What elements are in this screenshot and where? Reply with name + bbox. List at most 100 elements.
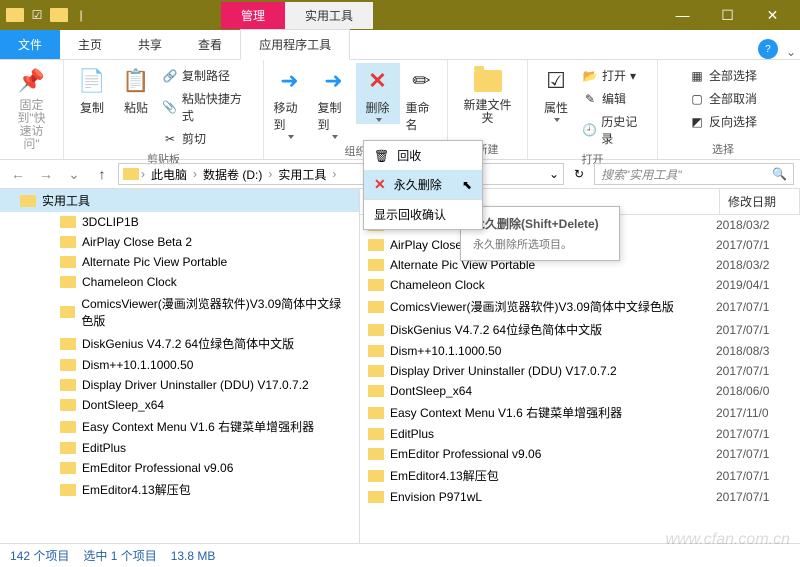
properties-button[interactable]: ☑属性: [534, 63, 578, 124]
dropdown-icon[interactable]: ⌄: [549, 167, 559, 181]
folder-icon: [60, 276, 76, 288]
minimize-button[interactable]: —: [660, 0, 705, 30]
tree-item[interactable]: AirPlay Close Beta 2: [0, 232, 359, 252]
breadcrumb[interactable]: › 此电脑 › 数据卷 (D:) › 实用工具 › ⌄: [118, 163, 564, 185]
tree-item[interactable]: Dism++10.1.1000.50: [0, 355, 359, 375]
tree-item[interactable]: Easy Context Menu V1.6 右键菜单增强利器: [0, 415, 359, 438]
x-icon: ✕: [374, 176, 386, 193]
breadcrumb-drive[interactable]: 数据卷 (D:): [199, 166, 266, 183]
breadcrumb-pc[interactable]: 此电脑: [147, 166, 191, 183]
tree-item[interactable]: EmEditor Professional v9.06: [0, 458, 359, 478]
copy-to-button[interactable]: ➜复制到: [312, 63, 356, 141]
tree-item[interactable]: Chameleon Clock: [0, 272, 359, 292]
list-item[interactable]: Dism++10.1.1000.502018/08/3: [360, 341, 800, 361]
list-item[interactable]: Display Driver Uninstaller (DDU) V17.0.7…: [360, 361, 800, 381]
content-area: 实用工具3DCLIP1BAirPlay Close Beta 2Alternat…: [0, 188, 800, 543]
invert-selection-button[interactable]: ◩反向选择: [685, 111, 761, 132]
tab-file[interactable]: 文件: [0, 30, 60, 59]
folder-icon[interactable]: [49, 5, 69, 25]
refresh-button[interactable]: ↻: [568, 167, 590, 181]
select-all-button[interactable]: ▦全部选择: [685, 65, 761, 86]
copy-path-button[interactable]: 🔗复制路径: [158, 65, 257, 86]
context-tab-manage[interactable]: 管理: [221, 2, 285, 29]
recycle-icon: 🗑: [374, 149, 389, 163]
paste-button[interactable]: 📋粘贴: [114, 63, 158, 118]
breadcrumb-folder[interactable]: 实用工具: [274, 166, 330, 183]
tab-home[interactable]: 主页: [60, 30, 120, 59]
close-button[interactable]: ✕: [750, 0, 795, 30]
menu-show-confirm[interactable]: 显示回收确认: [364, 200, 482, 229]
qat-separator: |: [71, 5, 91, 25]
navigation-tree[interactable]: 实用工具3DCLIP1BAirPlay Close Beta 2Alternat…: [0, 189, 360, 543]
tree-item[interactable]: 3DCLIP1B: [0, 212, 359, 232]
pin-quick-access-button[interactable]: 📌固定到"快速访问": [6, 63, 57, 153]
tooltip: 永久删除(Shift+Delete) 永久删除所选项目。: [460, 206, 620, 261]
select-none-button[interactable]: ▢全部取消: [685, 88, 761, 109]
maximize-button[interactable]: ☐: [705, 0, 750, 30]
folder-icon: [368, 470, 384, 482]
history-button[interactable]: 🕘历史记录: [578, 111, 651, 149]
folder-icon: [368, 428, 384, 440]
list-item[interactable]: EmEditor4.13解压包2017/07/1: [360, 464, 800, 487]
folder-icon: [60, 421, 76, 433]
list-item[interactable]: EmEditor Professional v9.062017/07/1: [360, 444, 800, 464]
folder-icon: [368, 259, 384, 271]
rename-button[interactable]: ✏重命名: [400, 63, 444, 135]
tab-app-tools[interactable]: 应用程序工具: [240, 29, 350, 60]
open-button[interactable]: 📂打开▾: [578, 65, 651, 86]
list-item[interactable]: Envision P971wL2017/07/1: [360, 487, 800, 507]
move-to-button[interactable]: ➜移动到: [268, 63, 312, 141]
list-item[interactable]: Easy Context Menu V1.6 右键菜单增强利器2017/11/0: [360, 401, 800, 424]
cut-button[interactable]: ✂剪切: [158, 128, 257, 149]
group-select: 选择: [712, 141, 734, 157]
collapse-ribbon-icon[interactable]: ⌄: [786, 45, 796, 59]
folder-icon: [60, 399, 76, 411]
help-icon[interactable]: ?: [758, 39, 778, 59]
checklist-icon[interactable]: ☑: [27, 5, 47, 25]
tree-item[interactable]: Alternate Pic View Portable: [0, 252, 359, 272]
list-item[interactable]: DontSleep_x642018/06/0: [360, 381, 800, 401]
list-item[interactable]: Chameleon Clock2019/04/1: [360, 275, 800, 295]
folder-icon: [60, 462, 76, 474]
search-icon: 🔍: [772, 167, 787, 181]
tooltip-title: 永久删除(Shift+Delete): [473, 215, 607, 232]
folder-icon: [60, 236, 76, 248]
back-button[interactable]: ←: [6, 163, 30, 185]
copy-button[interactable]: 📄复制: [70, 63, 114, 118]
tree-root[interactable]: 实用工具: [0, 189, 359, 212]
search-input[interactable]: 搜索"实用工具"🔍: [594, 163, 794, 185]
list-item[interactable]: ComicsViewer(漫画浏览器软件)V3.09简体中文绿色版2017/07…: [360, 295, 800, 318]
menu-recycle[interactable]: 🗑回收: [364, 141, 482, 170]
folder-icon: [60, 256, 76, 268]
folder-icon: [60, 338, 76, 350]
folder-icon: [368, 301, 384, 313]
tree-item[interactable]: DiskGenius V4.7.2 64位绿色简体中文版: [0, 332, 359, 355]
recent-button[interactable]: ⌄: [62, 163, 86, 185]
menu-permanent-delete[interactable]: ✕永久删除⬉: [364, 170, 482, 199]
folder-icon: [60, 484, 76, 496]
paste-shortcut-button[interactable]: 📎粘贴快捷方式: [158, 88, 257, 126]
selection-size: 13.8 MB: [171, 549, 216, 563]
folder-icon: [60, 359, 76, 371]
tab-share[interactable]: 共享: [120, 30, 180, 59]
tree-item[interactable]: ComicsViewer(漫画浏览器软件)V3.09简体中文绿色版: [0, 292, 359, 332]
folder-icon[interactable]: [5, 5, 25, 25]
list-item[interactable]: DiskGenius V4.7.2 64位绿色简体中文版2017/07/1: [360, 318, 800, 341]
tree-item[interactable]: EditPlus: [0, 438, 359, 458]
delete-dropdown-menu: 🗑回收 ✕永久删除⬉ 显示回收确认: [363, 140, 483, 230]
tree-item[interactable]: EmEditor4.13解压包: [0, 478, 359, 501]
folder-icon: [60, 442, 76, 454]
edit-button[interactable]: ✎编辑: [578, 88, 651, 109]
new-folder-button[interactable]: 新建文件夹: [454, 63, 521, 127]
tree-item[interactable]: DontSleep_x64: [0, 395, 359, 415]
forward-button[interactable]: →: [34, 163, 58, 185]
folder-icon: [368, 345, 384, 357]
delete-button[interactable]: ✕删除: [356, 63, 400, 124]
column-date[interactable]: 修改日期: [720, 189, 800, 214]
window-title: 实用工具: [285, 2, 373, 29]
list-item[interactable]: EditPlus2017/07/1: [360, 424, 800, 444]
up-button[interactable]: ↑: [90, 163, 114, 185]
tree-item[interactable]: Display Driver Uninstaller (DDU) V17.0.7…: [0, 375, 359, 395]
folder-icon: [368, 279, 384, 291]
tab-view[interactable]: 查看: [180, 30, 240, 59]
